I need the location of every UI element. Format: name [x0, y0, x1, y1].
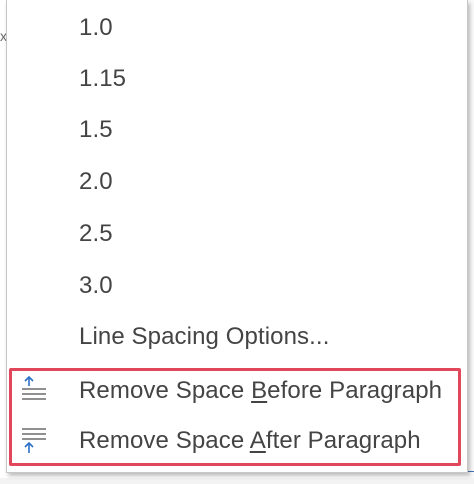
background-right-strip [468, 0, 474, 484]
menu-item-label: 3.0 [79, 272, 113, 299]
menu-item-spacing-2-0[interactable]: 2.0 [7, 156, 467, 208]
menu-item-remove-space-after[interactable]: Remove Space After Paragraph [7, 415, 467, 467]
label-suffix: fter Paragraph [265, 427, 421, 454]
menu-item-remove-space-before[interactable]: Remove Space Before Paragraph [7, 365, 467, 417]
accelerator-key: A [249, 427, 266, 454]
menu-item-label: Remove Space After Paragraph [79, 427, 421, 455]
line-spacing-menu: 1.0 1.15 1.5 2.0 2.5 3.0 Line Spacing Op… [6, 0, 468, 473]
menu-item-line-spacing-options[interactable]: Line Spacing Options... [7, 311, 467, 363]
label-prefix: Remove Space [79, 427, 250, 454]
accelerator-key: B [251, 377, 268, 404]
menu-item-label: 2.0 [79, 168, 113, 195]
label-suffix: efore Paragraph [267, 377, 443, 404]
space-after-icon [19, 425, 51, 457]
menu-item-label: Line Spacing Options... [79, 323, 330, 350]
space-before-icon [19, 375, 51, 407]
menu-item-spacing-1-5[interactable]: 1.5 [7, 104, 467, 156]
menu-item-spacing-3-0[interactable]: 3.0 [7, 260, 467, 312]
menu-item-label: 2.5 [79, 220, 113, 247]
menu-item-spacing-2-5[interactable]: 2.5 [7, 208, 467, 260]
label-prefix: Remove Space [79, 377, 252, 404]
menu-item-spacing-1-0[interactable]: 1.0 [7, 2, 467, 54]
menu-item-label: 1.15 [79, 65, 127, 92]
menu-item-spacing-1-15[interactable]: 1.15 [7, 53, 467, 105]
background-bottom-strip [0, 478, 474, 484]
menu-item-label: 1.0 [79, 14, 113, 41]
menu-item-label: 1.5 [79, 116, 113, 143]
menu-item-label: Remove Space Before Paragraph [79, 377, 442, 405]
